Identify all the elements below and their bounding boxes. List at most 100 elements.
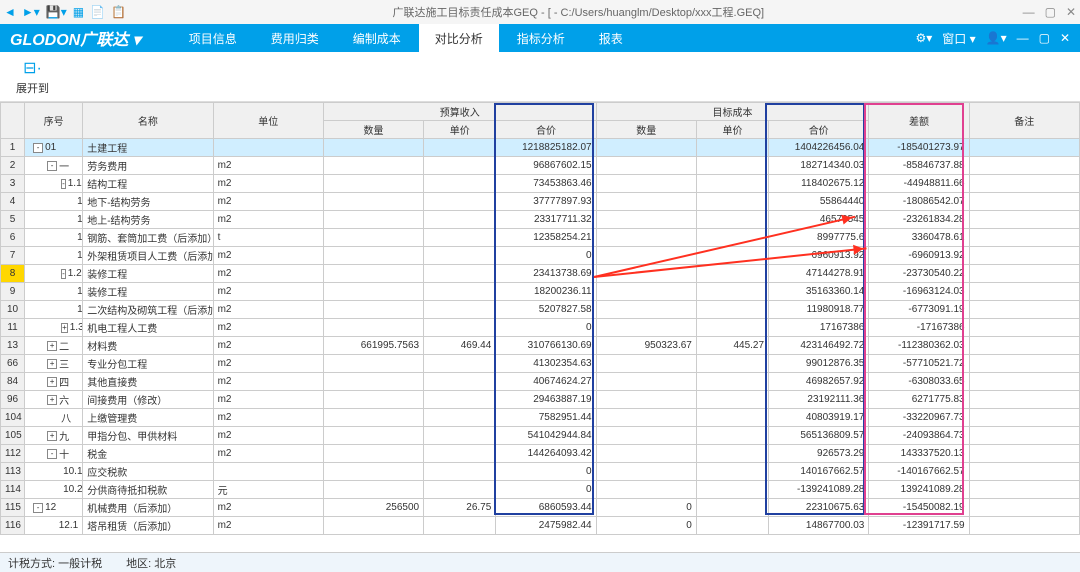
table-row[interactable]: 105+九甲指分包、甲供材料m2541042944.84565136809.57… [1, 427, 1080, 445]
data-grid[interactable]: 序号 名称 单位 预算收入 目标成本 差额 备注 数量 单价 合价 数量 单价 … [0, 102, 1080, 535]
tree-toggle[interactable]: + [61, 323, 68, 333]
cell-diff[interactable]: 143337520.13 [869, 445, 969, 463]
row-number[interactable]: 10 [1, 301, 25, 319]
tree-toggle[interactable]: - [33, 143, 43, 153]
cell-name[interactable]: 土建工程 [83, 139, 213, 157]
cell-tq[interactable] [596, 463, 696, 481]
cell-seq[interactable]: 1.1.1 [25, 193, 83, 211]
cell-unit[interactable] [213, 139, 323, 157]
cell-bt[interactable]: 23317711.32 [496, 211, 596, 229]
row-number[interactable]: 115 [1, 499, 25, 517]
row-number[interactable]: 2 [1, 157, 25, 175]
row-number[interactable]: 13 [1, 337, 25, 355]
cell-name[interactable]: 税金 [83, 445, 213, 463]
cell-diff[interactable]: 3360478.61 [869, 229, 969, 247]
col-t-total[interactable]: 合价 [769, 121, 869, 139]
cell-bp[interactable] [424, 463, 496, 481]
cell-bt[interactable]: 6860593.44 [496, 499, 596, 517]
cell-remark[interactable] [969, 463, 1079, 481]
cell-name[interactable]: 上缴管理费 [83, 409, 213, 427]
cell-name[interactable]: 二次结构及砌筑工程（后添加） [83, 301, 213, 319]
window-menu[interactable]: 窗口 ▾ [942, 30, 975, 47]
cell-bp[interactable] [424, 481, 496, 499]
cell-seq[interactable]: 10.1 [25, 463, 83, 481]
cell-name[interactable]: 地上-结构劳务 [83, 211, 213, 229]
tab-3[interactable]: 对比分析 [419, 24, 499, 53]
table-row[interactable]: 3-1.1结构工程m273453863.46118402675.12-44948… [1, 175, 1080, 193]
cell-bq[interactable] [323, 211, 423, 229]
cell-tp[interactable] [696, 463, 768, 481]
cell-remark[interactable] [969, 193, 1079, 211]
inner-close-icon[interactable]: ✕ [1060, 31, 1070, 45]
cell-bt[interactable]: 144264093.42 [496, 445, 596, 463]
cell-unit[interactable]: m2 [213, 301, 323, 319]
cell-remark[interactable] [969, 319, 1079, 337]
cell-tq[interactable] [596, 265, 696, 283]
cell-remark[interactable] [969, 139, 1079, 157]
cell-bq[interactable] [323, 319, 423, 337]
cell-seq[interactable]: +九 [25, 427, 83, 445]
cell-unit[interactable]: t [213, 229, 323, 247]
table-row[interactable]: 2-一劳务费用m296867602.15182714340.03-8584673… [1, 157, 1080, 175]
cell-tq[interactable] [596, 481, 696, 499]
cell-bp[interactable] [424, 355, 496, 373]
cell-bq[interactable] [323, 409, 423, 427]
cell-bp[interactable] [424, 229, 496, 247]
cell-tt[interactable]: 8997775.6 [769, 229, 869, 247]
cell-name[interactable]: 间接费用（修改） [83, 391, 213, 409]
cell-unit[interactable]: m2 [213, 283, 323, 301]
cell-name[interactable]: 甲指分包、甲供材料 [83, 427, 213, 445]
cell-remark[interactable] [969, 283, 1079, 301]
cell-tp[interactable] [696, 157, 768, 175]
table-row[interactable]: 11+1.3机电工程人工费m2017167386-17167386 [1, 319, 1080, 337]
cell-unit[interactable]: m2 [213, 427, 323, 445]
cell-bq[interactable] [323, 427, 423, 445]
cell-bt[interactable]: 310766130.69 [496, 337, 596, 355]
cell-tt[interactable]: 35163360.14 [769, 283, 869, 301]
cell-tp[interactable] [696, 481, 768, 499]
inner-max-icon[interactable]: ▢ [1039, 31, 1050, 45]
cell-tq[interactable] [596, 301, 696, 319]
grid-icon[interactable]: ▦ [73, 5, 84, 19]
cell-name[interactable]: 外架租赁项目人工费（后添加） [83, 247, 213, 265]
cell-bt[interactable]: 0 [496, 319, 596, 337]
cell-tt[interactable]: 46579545 [769, 211, 869, 229]
row-number[interactable]: 4 [1, 193, 25, 211]
cell-diff[interactable]: -15450082.19 [869, 499, 969, 517]
cell-tp[interactable] [696, 211, 768, 229]
cell-tt[interactable]: 22310675.63 [769, 499, 869, 517]
table-row[interactable]: 96+六间接费用（修改）m229463887.1923192111.366271… [1, 391, 1080, 409]
cell-tp[interactable] [696, 301, 768, 319]
cell-bq[interactable] [323, 157, 423, 175]
cell-bq[interactable] [323, 193, 423, 211]
cell-remark[interactable] [969, 409, 1079, 427]
tree-toggle[interactable]: - [33, 503, 43, 513]
cell-bq[interactable] [323, 229, 423, 247]
cell-unit[interactable]: m2 [213, 499, 323, 517]
cell-diff[interactable]: -17167386 [869, 319, 969, 337]
cell-unit[interactable]: m2 [213, 517, 323, 535]
cell-remark[interactable] [969, 373, 1079, 391]
col-diff[interactable]: 差额 [869, 103, 969, 139]
cell-unit[interactable]: m2 [213, 319, 323, 337]
cell-diff[interactable]: -18086542.07 [869, 193, 969, 211]
cell-name[interactable]: 材料费 [83, 337, 213, 355]
cell-diff[interactable]: -57710521.72 [869, 355, 969, 373]
cell-diff[interactable]: -12391717.59 [869, 517, 969, 535]
cell-diff[interactable]: -185401273.97 [869, 139, 969, 157]
row-number[interactable]: 11 [1, 319, 25, 337]
cell-remark[interactable] [969, 427, 1079, 445]
cell-bt[interactable]: 541042944.84 [496, 427, 596, 445]
cell-tq[interactable] [596, 139, 696, 157]
cell-tt[interactable]: 99012876.35 [769, 355, 869, 373]
cell-unit[interactable]: m2 [213, 445, 323, 463]
col-remark[interactable]: 备注 [969, 103, 1079, 139]
cell-remark[interactable] [969, 229, 1079, 247]
cell-tp[interactable] [696, 409, 768, 427]
cell-bt[interactable]: 96867602.15 [496, 157, 596, 175]
table-row[interactable]: 66+三专业分包工程m241302354.6399012876.35-57710… [1, 355, 1080, 373]
inner-min-icon[interactable]: — [1017, 31, 1029, 45]
cell-bp[interactable] [424, 427, 496, 445]
row-number[interactable]: 104 [1, 409, 25, 427]
cell-bp[interactable] [424, 265, 496, 283]
